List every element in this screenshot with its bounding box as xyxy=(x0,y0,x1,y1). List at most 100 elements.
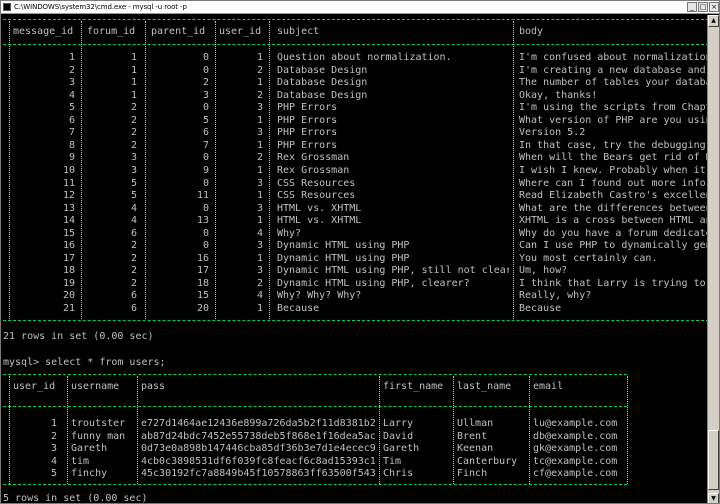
cell-user_id: 1 xyxy=(256,190,263,202)
cell-subject: Rex Grossman xyxy=(277,152,350,164)
cell-message_id: 2 xyxy=(68,64,75,76)
table-border xyxy=(3,319,709,321)
column-separator xyxy=(215,21,216,319)
column-header-first_name: first_name xyxy=(383,381,444,392)
cell-user_id: 2 xyxy=(256,64,263,76)
cell-forum_id: 6 xyxy=(130,290,137,302)
cell-subject: Question about normalization. xyxy=(277,52,452,63)
cell-parent_id: 9 xyxy=(202,164,209,176)
cell-parent_id: 20 xyxy=(196,303,209,314)
column-header-username: username xyxy=(71,381,120,392)
cell-forum_id: 2 xyxy=(130,240,137,252)
vertical-scrollbar[interactable]: ▲ ▼ xyxy=(707,15,719,503)
result-footer: 21 rows in set (0.00 sec) xyxy=(3,331,154,342)
cell-forum_id: 4 xyxy=(130,202,137,214)
console-output[interactable]: message_id forum_id parent_id user_id subjec… xyxy=(1,15,709,504)
scroll-down-arrow-icon[interactable]: ▼ xyxy=(708,493,719,503)
column-separator xyxy=(145,21,146,319)
cell-parent_id: 13 xyxy=(196,215,209,227)
cell-message_id: 19 xyxy=(62,277,75,289)
maximize-button[interactable]: □ xyxy=(698,2,708,12)
cell-parent_id: 11 xyxy=(196,190,209,202)
cell-subject: Database Design xyxy=(277,64,368,76)
cell-user_id: 4 xyxy=(50,455,57,467)
cell-forum_id: 1 xyxy=(130,52,137,63)
cell-body: Really, why? xyxy=(519,290,592,302)
cell-username: Gareth xyxy=(71,443,108,455)
column-separator xyxy=(379,376,380,484)
column-separator xyxy=(269,21,270,319)
column-separator xyxy=(9,376,10,484)
window-title: C:\WINDOWS\system32\cmd.exe - mysql -u r… xyxy=(14,3,187,11)
cell-forum_id: 2 xyxy=(130,127,137,139)
cell-pass: ab87d24bdc7452e55738deb5f868e1f16dea5ace xyxy=(141,430,375,442)
close-button[interactable]: × xyxy=(709,2,719,12)
cell-user_id: 1 xyxy=(256,215,263,227)
cell-email: db@example.com xyxy=(533,430,618,442)
cell-message_id: 6 xyxy=(68,114,75,126)
cell-first_name: Larry xyxy=(383,418,414,429)
cell-pass: e727d1464ae12436e899a726da5b2f11d8381b26 xyxy=(141,418,375,429)
cell-message_id: 9 xyxy=(68,152,75,164)
cell-email: tc@example.com xyxy=(533,455,618,467)
cell-subject: Database Design xyxy=(277,77,368,89)
cell-body: Um, how? xyxy=(519,265,568,277)
cell-message_id: 16 xyxy=(62,240,75,252)
cell-body: What version of PHP are you using xyxy=(519,114,709,126)
cell-parent_id: 7 xyxy=(202,139,209,151)
column-separator xyxy=(81,21,82,319)
minimize-button[interactable]: _ xyxy=(687,2,697,12)
cmd-icon xyxy=(3,3,11,11)
cell-user_id: 3 xyxy=(256,127,263,139)
scroll-up-arrow-icon[interactable]: ▲ xyxy=(708,15,719,27)
cell-message_id: 20 xyxy=(62,290,75,302)
column-header-user_id: user_id xyxy=(13,381,56,392)
cell-subject: HTML vs. XHTML xyxy=(277,202,362,214)
cell-forum_id: 1 xyxy=(130,77,137,89)
cell-user_id: 1 xyxy=(256,52,263,63)
cell-forum_id: 4 xyxy=(130,215,137,227)
cell-subject: Dynamic HTML using PHP xyxy=(277,240,410,252)
cell-forum_id: 5 xyxy=(130,177,137,189)
cell-message_id: 10 xyxy=(62,164,75,176)
cell-body: You most certainly can. xyxy=(519,252,658,264)
column-separator xyxy=(137,376,138,484)
cell-body: I think that Larry is trying to s xyxy=(519,277,709,289)
cell-subject: Rex Grossman xyxy=(277,164,350,176)
result-footer: 5 rows in set (0.00 sec) xyxy=(3,493,148,504)
cell-parent_id: 3 xyxy=(202,89,209,101)
cell-last_name: Finch xyxy=(457,468,488,480)
cell-body: Why do you have a forum dedicated xyxy=(519,227,709,239)
cell-body: XHTML is a cross between HTML and xyxy=(519,215,709,227)
cell-forum_id: 2 xyxy=(130,139,137,151)
column-separator xyxy=(513,21,514,319)
cell-parent_id: 18 xyxy=(196,277,209,289)
cell-username: tim xyxy=(71,455,90,467)
cell-user_id: 1 xyxy=(256,164,263,176)
title-bar[interactable]: C:\WINDOWS\system32\cmd.exe - mysql -u r… xyxy=(1,1,719,14)
cell-forum_id: 2 xyxy=(130,265,137,277)
column-header-email: email xyxy=(533,381,564,392)
column-separator xyxy=(67,376,68,484)
cell-user_id: 3 xyxy=(256,202,263,214)
cell-user_id: 3 xyxy=(256,102,263,114)
cell-body: Can I use PHP to dynamically gene xyxy=(519,240,709,252)
cell-forum_id: 6 xyxy=(130,227,137,239)
cell-forum_id: 2 xyxy=(130,102,137,114)
cell-message_id: 17 xyxy=(62,252,75,264)
scroll-thumb[interactable] xyxy=(708,430,719,490)
cell-username: finchy xyxy=(71,468,108,480)
cell-user_id: 4 xyxy=(256,227,263,239)
cell-user_id: 1 xyxy=(256,77,263,89)
column-separator xyxy=(453,376,454,484)
cell-message_id: 12 xyxy=(62,190,75,202)
cell-subject: PHP Errors xyxy=(277,139,338,151)
cell-message_id: 15 xyxy=(62,227,75,239)
cell-user_id: 1 xyxy=(256,303,263,314)
cell-body: Version 5.2 xyxy=(519,127,586,139)
cell-last_name: Ullman xyxy=(457,418,494,429)
cell-subject: Because xyxy=(277,303,320,314)
cell-parent_id: 0 xyxy=(202,152,209,164)
cell-parent_id: 0 xyxy=(202,240,209,252)
cell-parent_id: 0 xyxy=(202,102,209,114)
